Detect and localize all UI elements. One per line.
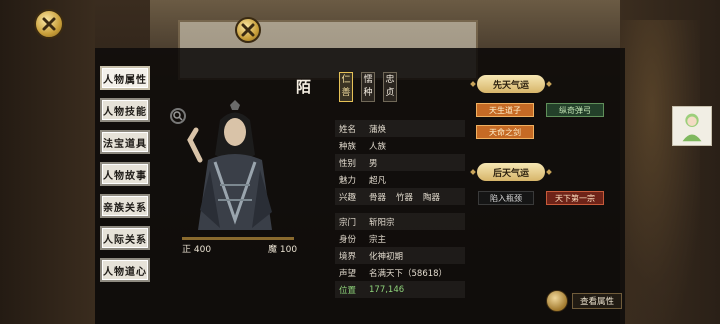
avatar[interactable] [672,106,712,146]
info-row-gender: 性别 男 [335,154,465,171]
info-row-hobby: 兴趣 骨器 竹器 陶器 [335,188,465,205]
character-name: 陌 [296,78,312,96]
close-icon [42,17,56,31]
innate-luck-title: 先天气运 [477,75,545,93]
info-value: 超凡 [369,175,387,186]
view-attributes-button[interactable]: 查看属性 [546,290,622,312]
nav-item-treasures[interactable]: 法宝道具 [100,130,150,154]
info-label: 位置 [339,285,357,296]
background-lamp [620,20,700,320]
info-value: 斩阳宗 [369,217,395,228]
innate-luck-tag[interactable]: 天生道子 [476,103,534,117]
info-label: 声望 [339,268,357,279]
info-row-name: 姓名 蒲焕 [335,120,465,137]
nav-item-story[interactable]: 人物故事 [100,162,150,186]
info-value: 蒲焕 [369,124,387,135]
close-icon [241,23,255,37]
info-label: 兴趣 [339,192,357,203]
acquired-luck-tag[interactable]: 陷入瓶颈 [478,191,534,205]
nav-item-attributes[interactable]: 人物属性 [100,66,150,90]
info-label: 魅力 [339,175,357,186]
info-table: 姓名 蒲焕 种族 人族 性别 男 魅力 超凡 兴趣 骨器 竹器 陶器 宗门 斩阳… [335,120,465,298]
game-screen: 人物属性 人物技能 法宝道具 人物故事 亲族关系 人际关系 人物道心 正 400… [0,0,720,324]
hobby-item: 陶器 [423,192,441,203]
info-value: 177,146 [369,284,405,295]
trait-badge[interactable]: 忠贞 [383,72,397,102]
trait-badge[interactable]: 懦种 [361,72,375,102]
info-value: 宗主 [369,234,387,245]
bag-icon [546,290,568,312]
character-portrait [187,100,272,230]
info-label: 性别 [339,158,357,169]
demonic-value: 魔 100 [268,245,298,255]
info-label: 身份 [339,234,357,245]
hobby-item: 竹器 [396,192,414,203]
close-button[interactable] [34,9,64,39]
info-label: 宗门 [339,217,357,228]
hobby-item: 骨器 [369,192,387,203]
hobby-list: 骨器 竹器 陶器 [369,191,465,203]
info-value: 人族 [369,141,387,152]
view-attributes-label: 查看属性 [572,293,622,309]
info-label: 种族 [339,141,357,152]
info-value: 男 [369,158,378,169]
acquired-luck-title: 后天气运 [477,163,545,181]
info-row-charm: 魅力 超凡 [335,171,465,188]
background-left [0,0,95,324]
nav-item-relations[interactable]: 人际关系 [100,226,150,250]
trait-badge[interactable]: 仁善 [339,72,353,102]
info-row-race: 种族 人族 [335,137,465,154]
info-label: 姓名 [339,124,357,135]
nav-item-dao-heart[interactable]: 人物道心 [100,258,150,282]
character-nav: 人物属性 人物技能 法宝道具 人物故事 亲族关系 人际关系 人物道心 [100,66,154,290]
info-row-fame: 声望 名满天下（58618） [335,264,465,281]
info-row-identity: 身份 宗主 [335,230,465,247]
background-close-button[interactable] [235,17,261,43]
righteous-value: 正 400 [182,245,212,255]
nav-item-family[interactable]: 亲族关系 [100,194,150,218]
acquired-luck-tag[interactable]: 天下第一宗 [546,191,604,205]
info-value: 名满天下（58618） [369,268,448,279]
innate-luck-tag[interactable]: 纵奇弹弓 [546,103,604,117]
info-row-sect: 宗门 斩阳宗 [335,213,465,230]
alignment-bar [182,237,294,240]
innate-luck-tag[interactable]: 天命之剑 [476,125,534,139]
info-row-position[interactable]: 位置 177,146 [335,281,465,298]
info-label: 境界 [339,251,357,262]
info-row-realm: 境界 化神初期 [335,247,465,264]
nav-item-skills[interactable]: 人物技能 [100,98,150,122]
info-value: 化神初期 [369,251,404,262]
